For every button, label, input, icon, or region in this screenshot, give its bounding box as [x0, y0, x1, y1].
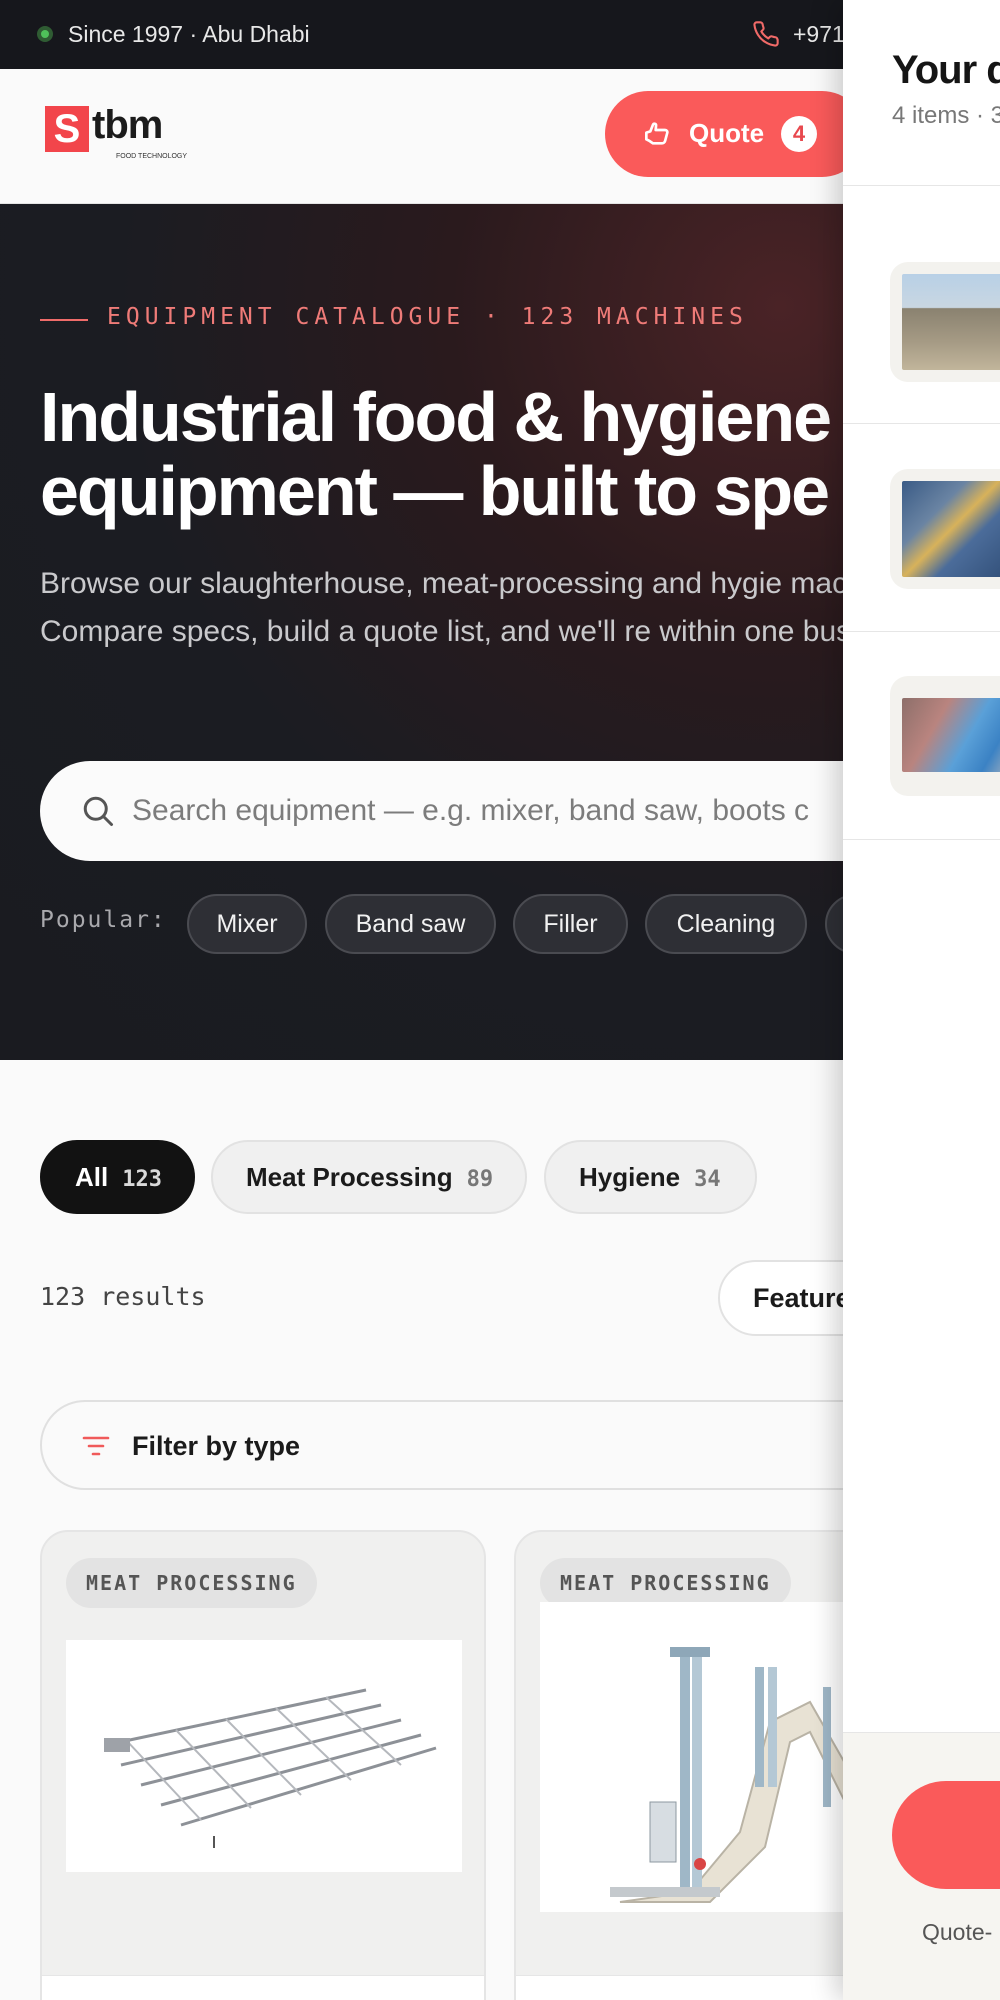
category-badge: MEAT PROCESSING [540, 1558, 791, 1608]
filter-icon [82, 1436, 110, 1456]
logo[interactable]: S tbm FOOD TECHNOLOGY [45, 103, 195, 166]
since-text: Since 1997 · Abu Dhabi [68, 21, 310, 47]
quote-count-badge: 4 [781, 116, 817, 152]
quote-button[interactable]: Quote 4 [605, 91, 865, 177]
status-dot-icon [37, 26, 53, 42]
tab-meat-processing-count: 89 [466, 1167, 494, 1192]
phone-link[interactable]: +971 [793, 21, 845, 48]
card-footer [42, 1975, 484, 2000]
divider [843, 185, 1000, 186]
drawer-title: Your q [892, 48, 1000, 92]
product-image [66, 1640, 462, 1872]
filter-label: Filter by type [132, 1431, 301, 1461]
quote-drawer: Your q 4 items · 3 Quote- [843, 0, 1000, 2000]
popular-chip-mixer[interactable]: Mixer [187, 894, 307, 954]
conveyor-rails-image [104, 1688, 437, 1848]
tab-hygiene[interactable]: Hygiene 34 [544, 1140, 757, 1214]
quote-item-thumbnail[interactable] [890, 469, 1000, 589]
tab-hygiene-label: Hygiene [579, 1162, 681, 1192]
product-card[interactable]: MEAT PROCESSING [40, 1530, 486, 2000]
tab-all[interactable]: All 123 [40, 1140, 195, 1214]
divider [843, 631, 1000, 632]
quote-item-thumbnail[interactable] [890, 262, 1000, 382]
phone-icon [753, 21, 779, 47]
popular-chip-filler[interactable]: Filler [513, 894, 628, 954]
popular-chip-band-saw[interactable]: Band saw [325, 894, 496, 954]
request-quote-button[interactable] [892, 1781, 1000, 1889]
item-image-2 [902, 481, 1000, 577]
item-image-1 [902, 274, 1000, 370]
drawer-subtitle: 4 items · 3 [892, 102, 1000, 129]
logo-tagline: FOOD TECHNOLOGY [116, 153, 188, 160]
item-image-3 [902, 698, 1000, 772]
quote-label: Quote [689, 118, 765, 148]
tab-all-count: 123 [122, 1167, 162, 1192]
divider [843, 423, 1000, 424]
category-badge: MEAT PROCESSING [66, 1558, 317, 1608]
results-count: 123 results [40, 1282, 206, 1311]
hero-eyebrow: EQUIPMENT CATALOGUE · 123 MACHINES [107, 304, 748, 330]
tab-hygiene-count: 34 [694, 1167, 721, 1192]
search-icon [83, 796, 113, 826]
logo-word: tbm [92, 103, 163, 147]
tab-meat-processing-label: Meat Processing [246, 1162, 453, 1192]
hand-icon [645, 122, 669, 145]
divider [843, 839, 1000, 840]
popular-label: Popular: [40, 907, 167, 933]
quote-item-thumbnail[interactable] [890, 676, 1000, 796]
logo-letter: S [45, 106, 89, 152]
page: Since 1997 · Abu Dhabi +971 S tbm FOOD T… [0, 0, 1000, 2000]
drawer-note: Quote- [922, 1919, 993, 1945]
drawer-footer: Quote- [843, 1732, 1000, 2000]
eyebrow-line [40, 319, 88, 321]
tab-all-label: All [75, 1162, 109, 1192]
tab-meat-processing[interactable]: Meat Processing 89 [211, 1140, 527, 1214]
popular-chip-cleaning[interactable]: Cleaning [645, 894, 807, 954]
